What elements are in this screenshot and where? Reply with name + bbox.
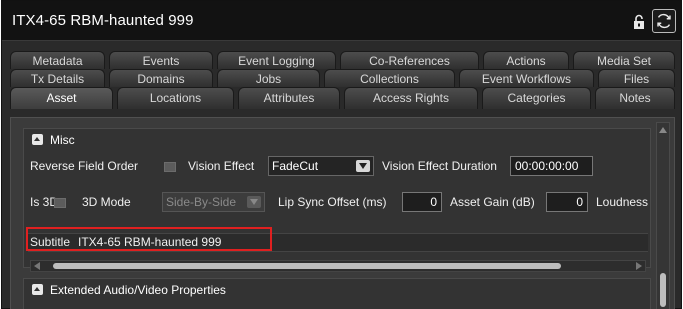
- is-3d-checkbox[interactable]: [54, 198, 66, 208]
- tab-categories[interactable]: Categories: [482, 87, 591, 109]
- tab-media-set[interactable]: Media Set: [573, 51, 675, 69]
- vision-effect-duration-field[interactable]: 00:00:00:00: [510, 156, 593, 176]
- tab-collections[interactable]: Collections: [324, 69, 455, 87]
- tab-event-workflows[interactable]: Event Workflows: [459, 69, 594, 87]
- collapse-icon[interactable]: [32, 134, 43, 145]
- lip-sync-offset-label: Lip Sync Offset (ms): [278, 195, 387, 209]
- chevron-down-icon[interactable]: [356, 160, 370, 172]
- tab-notes[interactable]: Notes: [595, 87, 675, 109]
- tab-actions[interactable]: Actions: [483, 51, 569, 69]
- reverse-field-order-checkbox[interactable]: [164, 162, 176, 172]
- extended-av-section: Extended Audio/Video Properties: [23, 278, 651, 309]
- tab-co-references[interactable]: Co-References: [340, 51, 479, 69]
- tab-asset[interactable]: Asset: [10, 87, 113, 109]
- tab-row-2: Tx Details Domains Jobs Collections Even…: [10, 69, 675, 87]
- vision-effect-duration-label: Vision Effect Duration: [382, 159, 497, 173]
- tab-attributes[interactable]: Attributes: [238, 87, 340, 109]
- refresh-icon[interactable]: [652, 9, 676, 33]
- misc-title: Misc: [50, 133, 75, 147]
- vision-effect-value: FadeCut: [272, 159, 319, 173]
- 3d-mode-select: Side-By-Side: [162, 192, 265, 212]
- tab-access-rights[interactable]: Access Rights: [344, 87, 478, 109]
- scroll-right-icon[interactable]: [636, 262, 642, 270]
- asset-window: ITX4-65 RBM-haunted 999 Metadata Events …: [1, 0, 682, 309]
- reverse-field-order-label: Reverse Field Order: [30, 159, 139, 173]
- asset-gain-field[interactable]: 0: [546, 192, 588, 212]
- collapse-icon[interactable]: [32, 284, 43, 295]
- tab-tx-details[interactable]: Tx Details: [10, 69, 105, 87]
- tab-row-1: Metadata Events Event Logging Co-Referen…: [10, 51, 675, 69]
- asset-panel: Misc Reverse Field Order Vision Effect F…: [10, 117, 675, 309]
- scroll-left-icon[interactable]: [34, 262, 40, 270]
- tab-events[interactable]: Events: [109, 51, 213, 69]
- chevron-down-icon: [247, 196, 261, 208]
- tab-files[interactable]: Files: [598, 69, 675, 87]
- lock-icon[interactable]: [632, 14, 646, 30]
- extended-av-title: Extended Audio/Video Properties: [50, 283, 226, 297]
- vision-effect-select[interactable]: FadeCut: [268, 156, 374, 176]
- tab-domains[interactable]: Domains: [109, 69, 213, 87]
- tab-jobs[interactable]: Jobs: [217, 69, 320, 87]
- misc-section: Misc Reverse Field Order Vision Effect F…: [23, 128, 651, 272]
- vertical-scrollbar-thumb[interactable]: [660, 273, 666, 307]
- 3d-mode-label: 3D Mode: [82, 195, 131, 209]
- loudness-label: Loudness: [596, 195, 649, 209]
- tab-event-logging[interactable]: Event Logging: [217, 51, 336, 69]
- scroll-up-icon[interactable]: [659, 126, 668, 135]
- horizontal-scrollbar[interactable]: [30, 260, 646, 272]
- scrollbar-thumb[interactable]: [53, 263, 561, 269]
- window-title: ITX4-65 RBM-haunted 999: [12, 12, 194, 29]
- 3d-mode-value: Side-By-Side: [166, 195, 237, 209]
- tab-row-3: Asset Locations Attributes Access Rights…: [10, 87, 675, 109]
- tab-locations[interactable]: Locations: [117, 87, 234, 109]
- vision-effect-label: Vision Effect: [188, 159, 255, 173]
- asset-gain-label: Asset Gain (dB): [450, 195, 535, 209]
- title-bar: ITX4-65 RBM-haunted 999: [2, 1, 681, 41]
- tab-metadata[interactable]: Metadata: [10, 51, 105, 69]
- vertical-scrollbar[interactable]: [656, 122, 670, 309]
- lip-sync-offset-field[interactable]: 0: [402, 192, 442, 212]
- subtitle-highlight-box: [26, 227, 272, 251]
